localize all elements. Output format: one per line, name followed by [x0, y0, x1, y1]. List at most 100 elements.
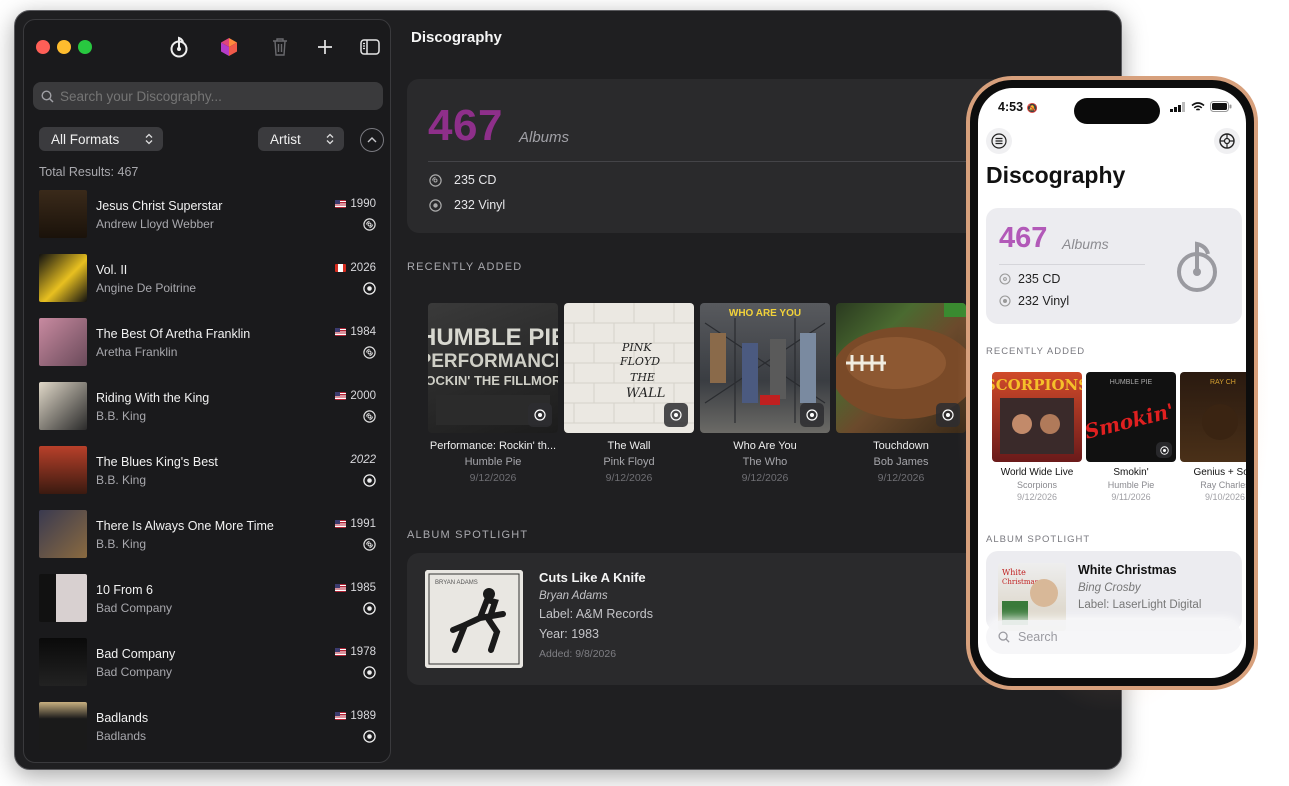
album-date: 9/11/2026: [1111, 492, 1151, 502]
search-input[interactable]: [60, 88, 360, 104]
us-flag-icon: [335, 648, 347, 656]
album-cover: SCORPIONS: [992, 372, 1082, 462]
phone-spotlight-artist: Bing Crosby: [1078, 582, 1141, 594]
album-list-row[interactable]: Bad Company Bad Company 1978: [24, 630, 390, 694]
cd-count-text: 235 CD: [454, 173, 497, 187]
vinyl-badge: [1156, 442, 1172, 458]
album-list-row[interactable]: Riding With the King B.B. King 2000: [24, 374, 390, 438]
album-row-year-text: 2000: [350, 390, 376, 402]
vinyl-icon: [363, 602, 376, 615]
album-list-row[interactable]: Badlands Badlands 1989: [24, 694, 390, 758]
sidebar-toggle-icon[interactable]: [357, 34, 383, 60]
spotlight-cover: BRYAN ADAMS: [425, 570, 523, 668]
album-spotlight-card[interactable]: BRYAN ADAMS Cuts Like A Knife Bryan Adam…: [407, 553, 1027, 685]
us-flag-icon: [335, 200, 347, 208]
album-row-year-text: 1991: [350, 518, 376, 530]
album-row-artist: Angine De Poitrine: [96, 281, 197, 295]
album-row-year: 1991: [335, 518, 376, 530]
phone-search-bar[interactable]: Search: [986, 620, 1242, 654]
minimize-window-button[interactable]: [57, 40, 71, 54]
svg-text:RAY CH: RAY CH: [1210, 379, 1236, 386]
plus-icon[interactable]: [312, 34, 338, 60]
total-results: Total Results: 467: [39, 165, 139, 179]
page-title: Discography: [411, 29, 502, 46]
phone-cd-text: 235 CD: [1018, 272, 1061, 286]
phone-album-card[interactable]: HUMBLE PIE Smokin' Smokin' Humble Pie 9/1…: [1086, 372, 1176, 502]
album-artist: Scorpions: [1016, 480, 1058, 490]
wifi-icon: [1191, 101, 1205, 111]
spotlight-label: Label: A&M Records: [539, 607, 653, 621]
album-row-title: Bad Company: [96, 647, 176, 661]
iphone-mockup: 4:53 🔕 Discography 467 Albums 235 CD 232…: [966, 76, 1258, 690]
phone-menu-button[interactable]: [986, 128, 1012, 154]
album-row-artist: B.B. King: [96, 473, 147, 487]
search-field[interactable]: [33, 82, 383, 110]
recent-album-card[interactable]: Touchdown Bob James 9/12/2026: [836, 303, 966, 484]
album-list-row[interactable]: Vol. II Angine De Poitrine 2026: [24, 246, 390, 310]
phone-settings-button[interactable]: [1214, 128, 1240, 154]
svg-text:PERFORMANCE: PERFORMANCE: [428, 351, 558, 372]
album-row-title: Vol. II: [96, 263, 128, 277]
divider: [999, 264, 1145, 265]
album-list-row[interactable]: 10 From 6 Bad Company 1985: [24, 566, 390, 630]
vinyl-icon: [999, 295, 1011, 307]
album-title: Genius + Soul: [1193, 467, 1246, 478]
format-filter-select[interactable]: All Formats: [39, 127, 163, 151]
trash-icon[interactable]: [267, 34, 293, 60]
album-row-year: 1989: [335, 710, 376, 722]
album-artist: Ray Charles: [1200, 480, 1246, 490]
album-row-year: 2000: [335, 390, 376, 402]
cd-icon: [999, 273, 1011, 285]
album-thumbnail: [39, 382, 87, 430]
album-thumbnail: [39, 446, 87, 494]
app-logo-icon[interactable]: [166, 34, 192, 60]
sort-direction-button[interactable]: [360, 128, 384, 152]
album-row-year-text: 2022: [350, 454, 376, 466]
zoom-window-button[interactable]: [78, 40, 92, 54]
vinyl-icon: [363, 666, 376, 679]
album-list-row[interactable]: There Is Always One More Time B.B. King 19…: [24, 502, 390, 566]
recent-album-card[interactable]: HUMBLE PIEPERFORMANCEROCKIN' THE FILLMOR…: [428, 303, 558, 484]
album-title: Touchdown: [873, 440, 929, 452]
album-row-artist: B.B. King: [96, 409, 147, 423]
album-list: Jesus Christ Superstar Andrew Lloyd Webbe…: [24, 182, 390, 758]
album-row-title: Jesus Christ Superstar: [96, 199, 223, 213]
album-row-title: Riding With the King: [96, 391, 210, 405]
phone-album-card[interactable]: RAY CH Genius + Soul Ray Charles 9/10/20…: [1180, 372, 1246, 502]
phone-page-title: Discography: [986, 162, 1126, 188]
album-row-year: 2026: [335, 262, 376, 274]
album-list-row[interactable]: Jesus Christ Superstar Andrew Lloyd Webbe…: [24, 182, 390, 246]
album-title: Performance: Rockin' th...: [429, 440, 557, 452]
vinyl-badge: [936, 403, 960, 427]
album-artist: Pink Floyd: [603, 456, 655, 468]
spotlight-artist: Bryan Adams: [539, 590, 608, 602]
album-artist: Humble Pie: [1107, 480, 1155, 490]
album-date: 9/12/2026: [469, 472, 517, 484]
phone-total-label: Albums: [1062, 236, 1109, 252]
album-spotlight-heading: ALBUM SPOTLIGHT: [407, 529, 529, 541]
album-list-row[interactable]: The Blues King's Best B.B. King 2022: [24, 438, 390, 502]
app-logo-icon: [1177, 241, 1217, 292]
sort-field-select[interactable]: Artist: [258, 127, 344, 151]
phone-vinyl-text: 232 Vinyl: [1018, 294, 1070, 308]
svg-text:White: White: [1002, 568, 1026, 577]
recent-album-card[interactable]: WHO ARE YOU Who Are You The Who 9/12/202…: [700, 303, 830, 484]
close-window-button[interactable]: [36, 40, 50, 54]
album-list-row[interactable]: The Best Of Aretha Franklin Aretha Frankl…: [24, 310, 390, 374]
ca-flag-icon: [335, 264, 347, 272]
phone-spotlight-card[interactable]: White Christmas White Christmas Bing Cros…: [986, 551, 1242, 631]
album-row-year-text: 2026: [350, 262, 376, 274]
signal-icon: [1170, 101, 1185, 112]
cd-icon: [363, 218, 376, 231]
phone-album-card[interactable]: SCORPIONS World Wide Live Scorpions 9/12…: [992, 372, 1082, 502]
battery-icon: [1210, 101, 1232, 112]
album-title: Who Are You: [733, 440, 797, 452]
recent-album-card[interactable]: PINK FLOYD THE WALL The Wall Pink Floyd 9/1…: [564, 303, 694, 484]
cd-icon: [363, 538, 376, 551]
chevron-updown-icon: [145, 133, 153, 145]
svg-text:Smokin': Smokin': [1086, 398, 1176, 443]
svg-text:BRYAN ADAMS: BRYAN ADAMS: [435, 580, 478, 586]
color-cube-icon[interactable]: [216, 34, 242, 60]
album-artist: Humble Pie: [464, 456, 522, 468]
status-icons: [1170, 101, 1232, 112]
